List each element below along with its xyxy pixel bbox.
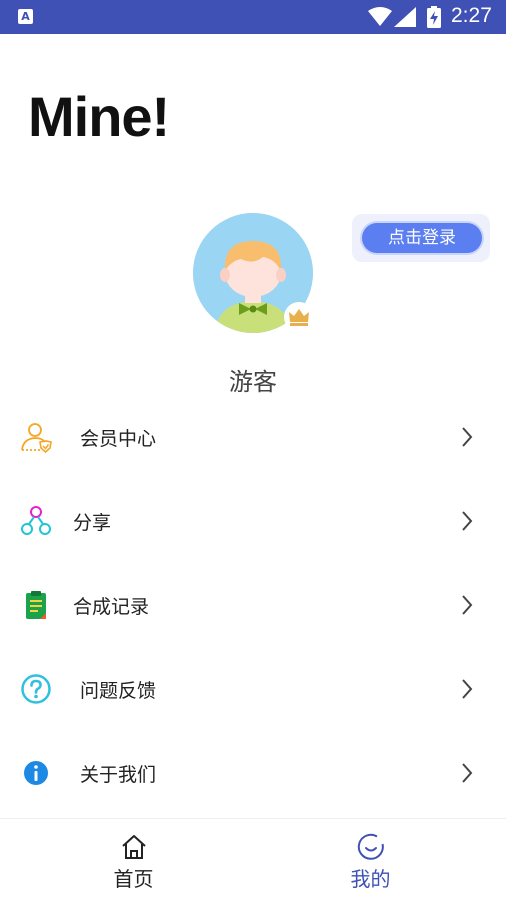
menu-item-label: 会员中心 xyxy=(80,428,157,450)
menu-item-label: 关于我们 xyxy=(80,764,157,786)
status-bar: A 2:27 xyxy=(0,0,506,34)
chevron-right-icon xyxy=(462,511,473,531)
menu-item-label: 合成记录 xyxy=(73,596,150,618)
nav-label-home: 首页 xyxy=(113,867,154,891)
clipboard-record-icon xyxy=(26,591,46,619)
nav-item-home[interactable]: 首页 xyxy=(7,819,260,898)
nav-label-mine: 我的 xyxy=(350,867,391,891)
share-nodes-icon xyxy=(21,506,51,535)
chevron-right-icon xyxy=(462,595,473,615)
menu-item-about[interactable]: 关于我们 xyxy=(0,732,506,816)
menu-item-records[interactable]: 合成记录 xyxy=(0,564,506,648)
menu-item-label: 问题反馈 xyxy=(80,680,157,702)
menu-item-feedback[interactable]: 问题反馈 xyxy=(0,648,506,732)
chevron-right-icon xyxy=(462,679,473,699)
chevron-right-icon xyxy=(462,427,473,447)
wifi-icon xyxy=(368,7,392,26)
menu-item-member-center[interactable]: 会员中心 xyxy=(0,396,506,480)
home-icon xyxy=(121,835,146,859)
status-time: 2:27 xyxy=(451,4,492,27)
crown-icon xyxy=(289,309,309,326)
battery-charging-icon xyxy=(427,6,441,28)
page-title: Mine! xyxy=(28,85,170,148)
nav-item-mine[interactable]: 我的 xyxy=(244,819,497,898)
chevron-right-icon xyxy=(462,763,473,783)
menu-item-label: 分享 xyxy=(73,512,112,534)
smile-circle-icon xyxy=(357,833,384,860)
login-button[interactable]: 点击登录 xyxy=(362,223,482,253)
info-circle-icon xyxy=(24,761,48,785)
username: 游客 xyxy=(229,368,277,396)
crown-badge xyxy=(284,302,314,332)
signal-icon xyxy=(394,7,416,27)
app-notification-icon: A xyxy=(18,9,33,24)
member-user-icon xyxy=(21,423,52,453)
question-circle-icon xyxy=(21,674,51,704)
bottom-nav: 首页 我的 xyxy=(0,818,506,898)
menu-item-share[interactable]: 分享 xyxy=(0,480,506,564)
